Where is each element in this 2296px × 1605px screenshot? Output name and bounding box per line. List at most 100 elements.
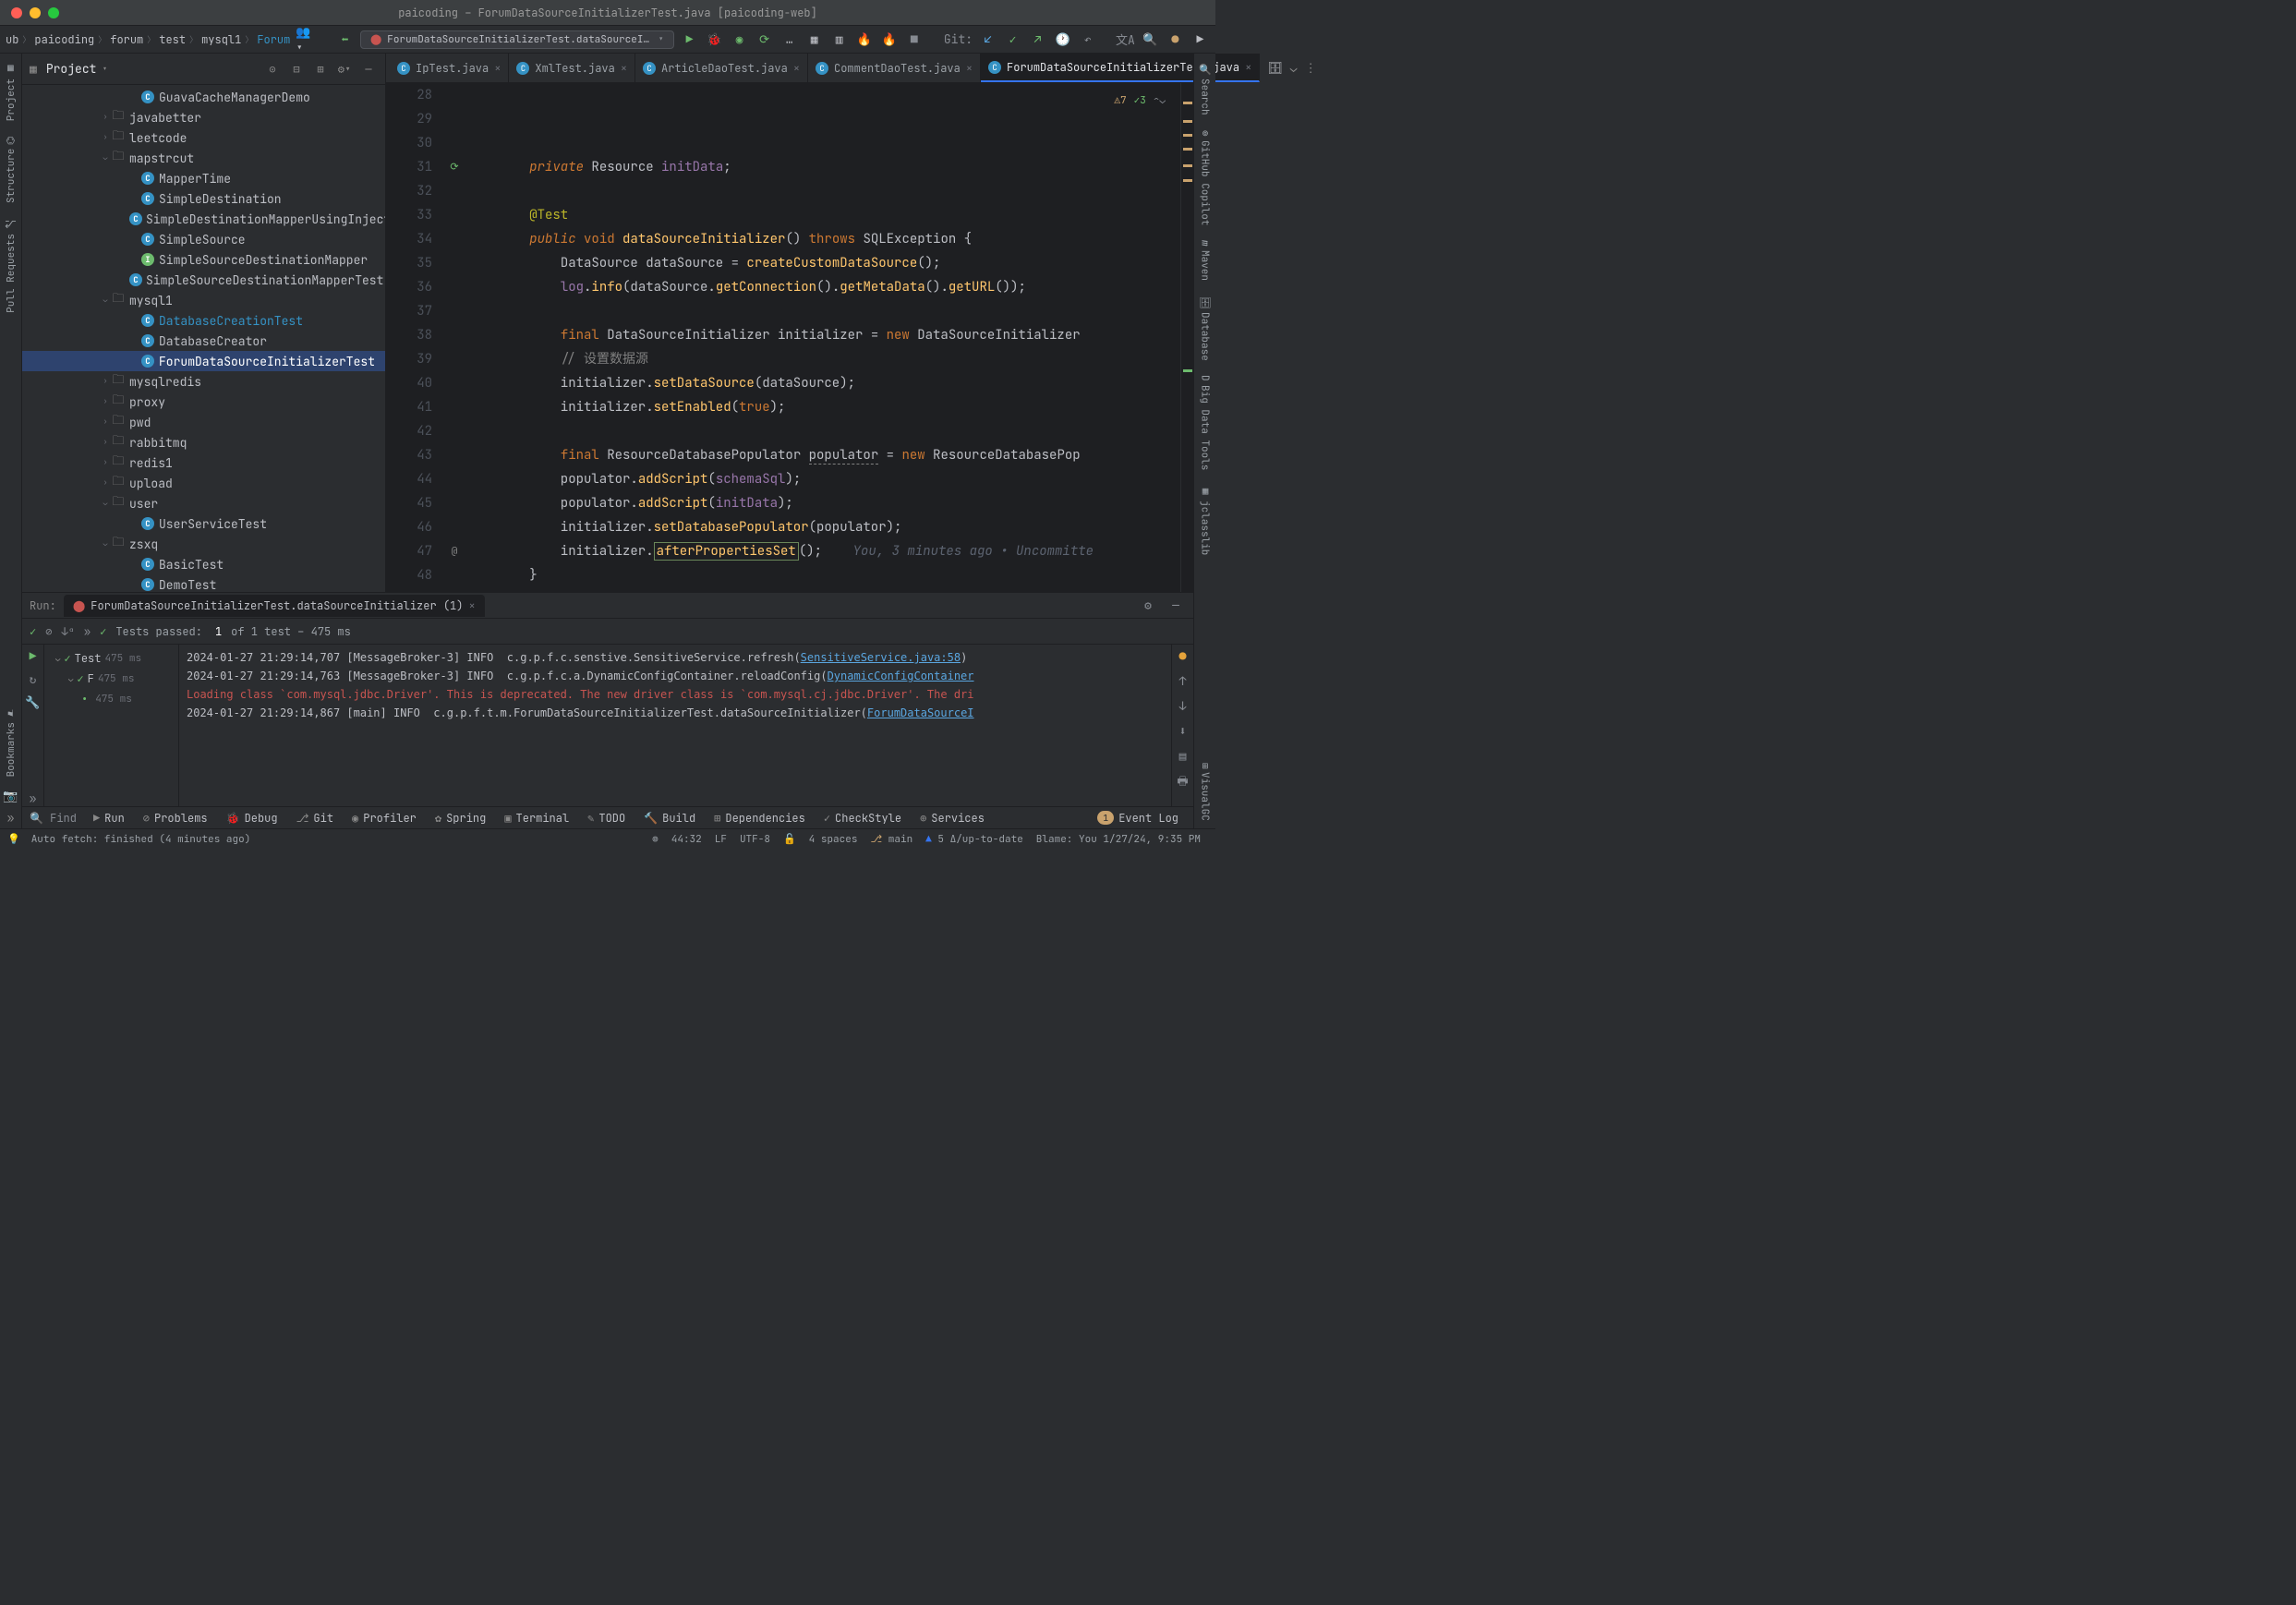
wrench-icon[interactable]: 🔧 (25, 694, 40, 710)
run-anything-icon[interactable]: ⟳ (755, 30, 774, 50)
up-icon[interactable]: ↑ (1179, 673, 1187, 689)
sql-icon[interactable]: 🗄 (1267, 60, 1283, 76)
tree-node[interactable]: CDatabaseCreator (22, 331, 385, 351)
tree-node[interactable]: ›🗀mysqlredis (22, 371, 385, 392)
inspections[interactable]: ⚠7 ✓3 ⌃⌄ (1108, 87, 1171, 115)
run-icon[interactable]: ▶ (30, 648, 37, 664)
window-controls[interactable] (0, 7, 59, 18)
ide-icon[interactable]: ● (1166, 30, 1185, 50)
close-icon[interactable] (11, 7, 22, 18)
camera-icon[interactable]: 📷 (4, 788, 18, 802)
editor-tab[interactable]: CCommentDaoTest.java× (808, 54, 981, 82)
users-icon[interactable]: 👥▾ (296, 30, 315, 50)
git-rollback-icon[interactable]: ↶ (1078, 30, 1097, 50)
filter-icon[interactable]: ● (1179, 648, 1187, 664)
gutter-icons[interactable]: ⟳@ (441, 83, 467, 592)
hide-icon[interactable]: — (1166, 596, 1186, 616)
tabs-actions[interactable]: 🗄 ⌄ ⋮ (1260, 54, 1323, 82)
hammer-icon[interactable]: ⬅ (335, 30, 355, 50)
breadcrumbs[interactable]: ub〉 paicoding〉 forum〉 test〉 mysql1〉 Foru… (6, 32, 290, 47)
tool-tab-git[interactable]: ⎇Git (289, 809, 341, 827)
tab-project[interactable]: Project▦ (3, 55, 19, 128)
more-icon[interactable]: ⋮ (1305, 60, 1317, 76)
flame2-icon[interactable]: 🔥 (879, 30, 899, 50)
block-icon[interactable]: ⊘ (45, 624, 52, 639)
git-commit-icon[interactable]: ✓ (1003, 30, 1022, 50)
git-push-icon[interactable]: ↗ (1028, 30, 1047, 50)
project-tree[interactable]: CGuavaCacheManagerDemo›🗀javabetter›🗀leet… (22, 85, 385, 592)
tool-tab-checkstyle[interactable]: ✓CheckStyle (816, 809, 909, 827)
tab-maven[interactable]: mMaven (1197, 233, 1214, 288)
tab-pull-requests[interactable]: Pull Requests⎇ (3, 211, 19, 320)
tree-node[interactable]: ⌄🗀mapstrcut (22, 148, 385, 168)
run-gutter-icon[interactable]: ⟳ (450, 161, 458, 174)
arrow-icon[interactable]: » (4, 810, 18, 825)
step-icon[interactable]: ↻ (30, 671, 37, 687)
coverage-icon[interactable]: ◉ (730, 30, 749, 50)
wrap-icon[interactable]: ⬇ (1179, 723, 1187, 739)
tab-bookmarks[interactable]: Bookmarks⚑ (3, 699, 19, 784)
tool-tab-spring[interactable]: ✿Spring (428, 809, 493, 827)
tree-node[interactable]: CGuavaCacheManagerDemo (22, 87, 385, 107)
zoom-icon[interactable] (48, 7, 59, 18)
test-node[interactable]: • 475 ms (44, 689, 178, 709)
tab-search[interactable]: 🔍Search (1197, 55, 1214, 123)
search-icon[interactable]: 🔍 (1141, 30, 1160, 50)
tab-copilot[interactable]: ⊚GitHub Copilot (1197, 123, 1214, 233)
tab-visualgc[interactable]: ⊞VisualGC (1197, 755, 1214, 828)
error-stripe[interactable] (1180, 83, 1193, 592)
console-toolbar[interactable]: ● ↑ ↓ ⬇ ▤ 🖶 » (1171, 645, 1193, 806)
hide-icon[interactable]: — (359, 60, 378, 78)
tree-node[interactable]: ISimpleSourceDestinationMapper (22, 249, 385, 270)
sort-icon[interactable]: ↓ᵅ (61, 624, 74, 639)
tree-node[interactable]: CUserServiceTest (22, 513, 385, 534)
flame-icon[interactable]: 🔥 (854, 30, 874, 50)
tree-node[interactable]: CBasicTest (22, 554, 385, 574)
tool-tab-terminal[interactable]: ▣Terminal (497, 809, 576, 827)
minimize-icon[interactable] (30, 7, 41, 18)
tree-node[interactable]: CSimpleSource (22, 229, 385, 249)
test-tree[interactable]: ⌄ ✓ Test 475 ms⌄ ✓ F 475 ms• 475 ms (44, 645, 179, 806)
tree-node[interactable]: CMapperTime (22, 168, 385, 188)
console[interactable]: 2024-01-27 21:29:14,707 [MessageBroker-3… (179, 645, 1171, 806)
tree-node[interactable]: ›🗀pwd (22, 412, 385, 432)
tool-tab-run[interactable]: ▶Run (86, 809, 132, 827)
tool-tab-problems[interactable]: ⊘Problems (136, 809, 215, 827)
tree-node[interactable]: CSimpleSourceDestinationMapperTest (22, 270, 385, 290)
tree-node[interactable]: ›🗀redis1 (22, 453, 385, 473)
bottom-tool-tabs[interactable]: 🔍 Find ▶Run⊘Problems🐞Debug⎇Git◉Profiler✿… (22, 806, 1193, 828)
stop-icon[interactable]: ■ (904, 30, 924, 50)
attach-icon[interactable]: … (779, 30, 799, 50)
override-icon[interactable]: @ (452, 545, 458, 558)
lock-icon[interactable]: 🔓 (783, 833, 796, 846)
tab-bigdata[interactable]: DBig Data Tools (1197, 368, 1214, 477)
collapse-icon[interactable]: ⊞ (311, 60, 330, 78)
run-config-selector[interactable]: ⬤ ForumDataSourceInitializerTest.dataSou… (360, 30, 674, 49)
git-history-icon[interactable]: 🕐 (1053, 30, 1072, 50)
code[interactable]: ⚠7 ✓3 ⌃⌄ private Resource initData; @Tes… (467, 83, 1180, 592)
tab-database[interactable]: 🗄Database (1197, 288, 1214, 368)
jb-icon[interactable]: ▶ (1190, 30, 1210, 50)
editor-tab[interactable]: CForumDataSourceInitializerTest.java× (981, 54, 1260, 82)
editor-tab[interactable]: CXmlTest.java× (509, 54, 635, 82)
copilot-icon[interactable]: ⊚ (652, 833, 659, 846)
run-side-toolbar[interactable]: ▶ ↻ 🔧 » (22, 645, 44, 806)
gear-icon[interactable]: ⚙ (1138, 596, 1158, 616)
tab-jclasslib[interactable]: ▦jclasslib (1197, 477, 1214, 562)
tool-tab-build[interactable]: 🔨Build (636, 809, 703, 827)
tree-node[interactable]: CDemoTest (22, 574, 385, 592)
tree-node[interactable]: ⌄🗀mysql1 (22, 290, 385, 310)
event-log[interactable]: 1Event Log (1090, 809, 1186, 827)
debug-icon[interactable]: 🐞 (705, 30, 724, 50)
attach2-icon[interactable]: ▦ (804, 30, 824, 50)
tab-structure[interactable]: Structure⌬ (3, 128, 19, 211)
tree-node[interactable]: CSimpleDestinationMapperUsingInjectedSer… (22, 209, 385, 229)
editor-tab[interactable]: CArticleDaoTest.java× (635, 54, 808, 82)
tree-node[interactable]: ›🗀upload (22, 473, 385, 493)
run-icon[interactable]: ▶ (680, 30, 699, 50)
tree-node[interactable]: ⌄🗀zsxq (22, 534, 385, 554)
tree-node[interactable]: CDatabaseCreationTest (22, 310, 385, 331)
tool-tab-services[interactable]: ⊕Services (912, 809, 992, 827)
tree-node[interactable]: CForumDataSourceInitializerTest (22, 351, 385, 371)
test-node[interactable]: ⌄ ✓ F 475 ms (44, 669, 178, 689)
